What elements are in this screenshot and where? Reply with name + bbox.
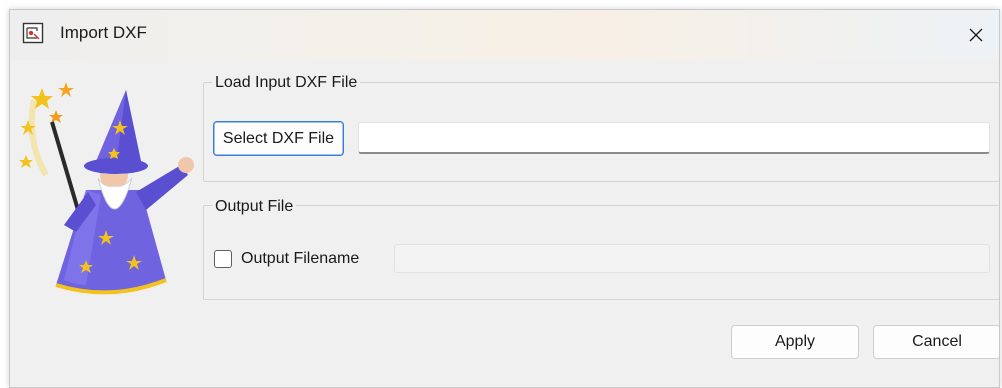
import-dxf-dialog: Import DXF Load Input DXF File Select DX…	[9, 9, 1000, 388]
dxf-document-icon	[22, 22, 44, 44]
window-title: Import DXF	[60, 23, 147, 42]
dxf-file-path-input[interactable]	[358, 122, 990, 154]
load-input-group-title: Load Input DXF File	[212, 74, 361, 92]
title-bar[interactable]: Import DXF	[10, 10, 999, 60]
output-filename-checkbox[interactable]	[214, 250, 232, 268]
output-filename-input	[394, 244, 990, 273]
apply-button[interactable]: Apply	[731, 325, 859, 359]
cancel-button[interactable]: Cancel	[873, 325, 999, 359]
wizard-icon	[19, 82, 194, 295]
close-button[interactable]	[953, 10, 999, 60]
output-filename-label[interactable]: Output Filename	[241, 250, 359, 268]
select-dxf-file-button[interactable]: Select DXF File	[213, 121, 344, 156]
close-icon	[969, 28, 983, 42]
output-file-group-title: Output File	[212, 198, 297, 216]
